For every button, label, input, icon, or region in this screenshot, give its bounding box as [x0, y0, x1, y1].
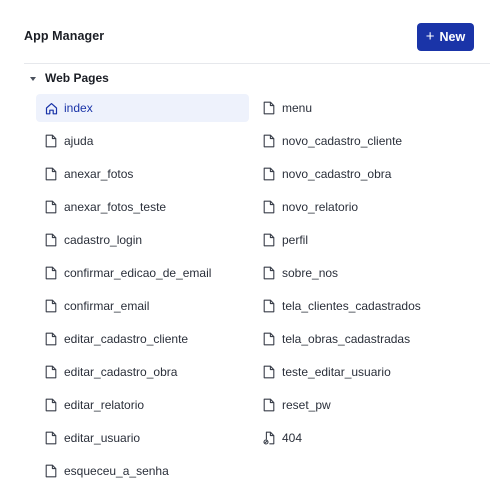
page-item-label: sobre_nos	[282, 266, 339, 280]
page-icon	[44, 464, 58, 478]
page-item-reset-pw[interactable]: reset_pw	[254, 391, 474, 419]
page-item-novo-relatorio[interactable]: novo_relatorio	[254, 193, 474, 221]
page-icon	[262, 233, 276, 247]
page-item-confirmar-edicao-de-email[interactable]: confirmar_edicao_de_email	[36, 259, 249, 287]
page-icon	[262, 332, 276, 346]
page-item-ajuda[interactable]: ajuda	[36, 127, 249, 155]
page-item-tela-obras-cadastradas[interactable]: tela_obras_cadastradas	[254, 325, 474, 353]
page-item-anexar-fotos[interactable]: anexar_fotos	[36, 160, 249, 188]
page-item-editar-relatorio[interactable]: editar_relatorio	[36, 391, 249, 419]
page-item-cadastro-login[interactable]: cadastro_login	[36, 226, 249, 254]
page-item-label: menu	[282, 101, 313, 115]
page-not-found-icon	[262, 431, 276, 445]
page-item-label: index	[64, 101, 93, 115]
header-divider	[24, 63, 490, 64]
caret-down-icon	[30, 76, 36, 81]
page-icon	[262, 167, 276, 181]
page-icon	[44, 332, 58, 346]
page-icon	[262, 365, 276, 379]
page-icon	[44, 431, 58, 445]
page-item-esqueceu-a-senha[interactable]: esqueceu_a_senha	[36, 457, 249, 485]
page-item-novo-cadastro-obra[interactable]: novo_cadastro_obra	[254, 160, 474, 188]
page-icon	[44, 299, 58, 313]
page-icon	[262, 299, 276, 313]
page-icon	[262, 266, 276, 280]
page-item-label: confirmar_email	[64, 299, 150, 313]
page-icon	[44, 134, 58, 148]
page-item-label: cadastro_login	[64, 233, 143, 247]
page-icon	[262, 398, 276, 412]
page-item-label: editar_relatorio	[64, 398, 145, 412]
page-item-label: tela_clientes_cadastrados	[282, 299, 421, 313]
page-icon	[44, 365, 58, 379]
page-item-tela-clientes-cadastrados[interactable]: tela_clientes_cadastrados	[254, 292, 474, 320]
page-item-editar-cadastro-cliente[interactable]: editar_cadastro_cliente	[36, 325, 249, 353]
page-icon	[262, 200, 276, 214]
page-item-404[interactable]: 404	[254, 424, 474, 452]
page-item-confirmar-email[interactable]: confirmar_email	[36, 292, 249, 320]
page-item-label: 404	[282, 431, 303, 445]
page-item-menu[interactable]: menu	[254, 94, 474, 122]
page-icon	[262, 101, 276, 115]
app-manager-header: App Manager + New	[0, 0, 500, 64]
page-item-editar-usuario[interactable]: editar_usuario	[36, 424, 249, 452]
home-icon	[44, 101, 58, 115]
page-item-anexar-fotos-teste[interactable]: anexar_fotos_teste	[36, 193, 249, 221]
page-item-label: anexar_fotos_teste	[64, 200, 167, 214]
new-button[interactable]: + New	[417, 23, 474, 51]
page-item-label: reset_pw	[282, 398, 331, 412]
page-item-label: editar_cadastro_obra	[64, 365, 178, 379]
page-item-index[interactable]: index	[36, 94, 249, 122]
page-icon	[44, 266, 58, 280]
page-item-perfil[interactable]: perfil	[254, 226, 474, 254]
page-icon	[44, 398, 58, 412]
page-item-novo-cadastro-cliente[interactable]: novo_cadastro_cliente	[254, 127, 474, 155]
page-item-label: tela_obras_cadastradas	[282, 332, 411, 346]
page-icon	[44, 200, 58, 214]
page-item-label: confirmar_edicao_de_email	[64, 266, 212, 280]
page-item-editar-cadastro-obra[interactable]: editar_cadastro_obra	[36, 358, 249, 386]
page-title: App Manager	[24, 29, 105, 43]
page-icon	[262, 134, 276, 148]
page-item-sobre-nos[interactable]: sobre_nos	[254, 259, 474, 287]
web-pages-section-toggle[interactable]: Web Pages	[30, 68, 109, 88]
page-item-label: teste_editar_usuario	[282, 365, 391, 379]
page-item-label: novo_cadastro_cliente	[282, 134, 403, 148]
page-icon	[44, 233, 58, 247]
page-item-label: editar_cadastro_cliente	[64, 332, 189, 346]
section-label: Web Pages	[45, 71, 109, 85]
page-item-label: novo_cadastro_obra	[282, 167, 392, 181]
page-item-teste-editar-usuario[interactable]: teste_editar_usuario	[254, 358, 474, 386]
page-icon	[44, 167, 58, 181]
page-item-label: novo_relatorio	[282, 200, 359, 214]
page-item-label: esqueceu_a_senha	[64, 464, 169, 478]
app-manager-panel: App Manager + New Web Pages index ajuda an…	[0, 0, 500, 500]
new-button-label: New	[439, 30, 466, 44]
page-item-label: ajuda	[64, 134, 94, 148]
page-item-label: perfil	[282, 233, 309, 247]
page-item-label: editar_usuario	[64, 431, 141, 445]
plus-icon: +	[425, 28, 435, 45]
page-item-label: anexar_fotos	[64, 167, 134, 181]
